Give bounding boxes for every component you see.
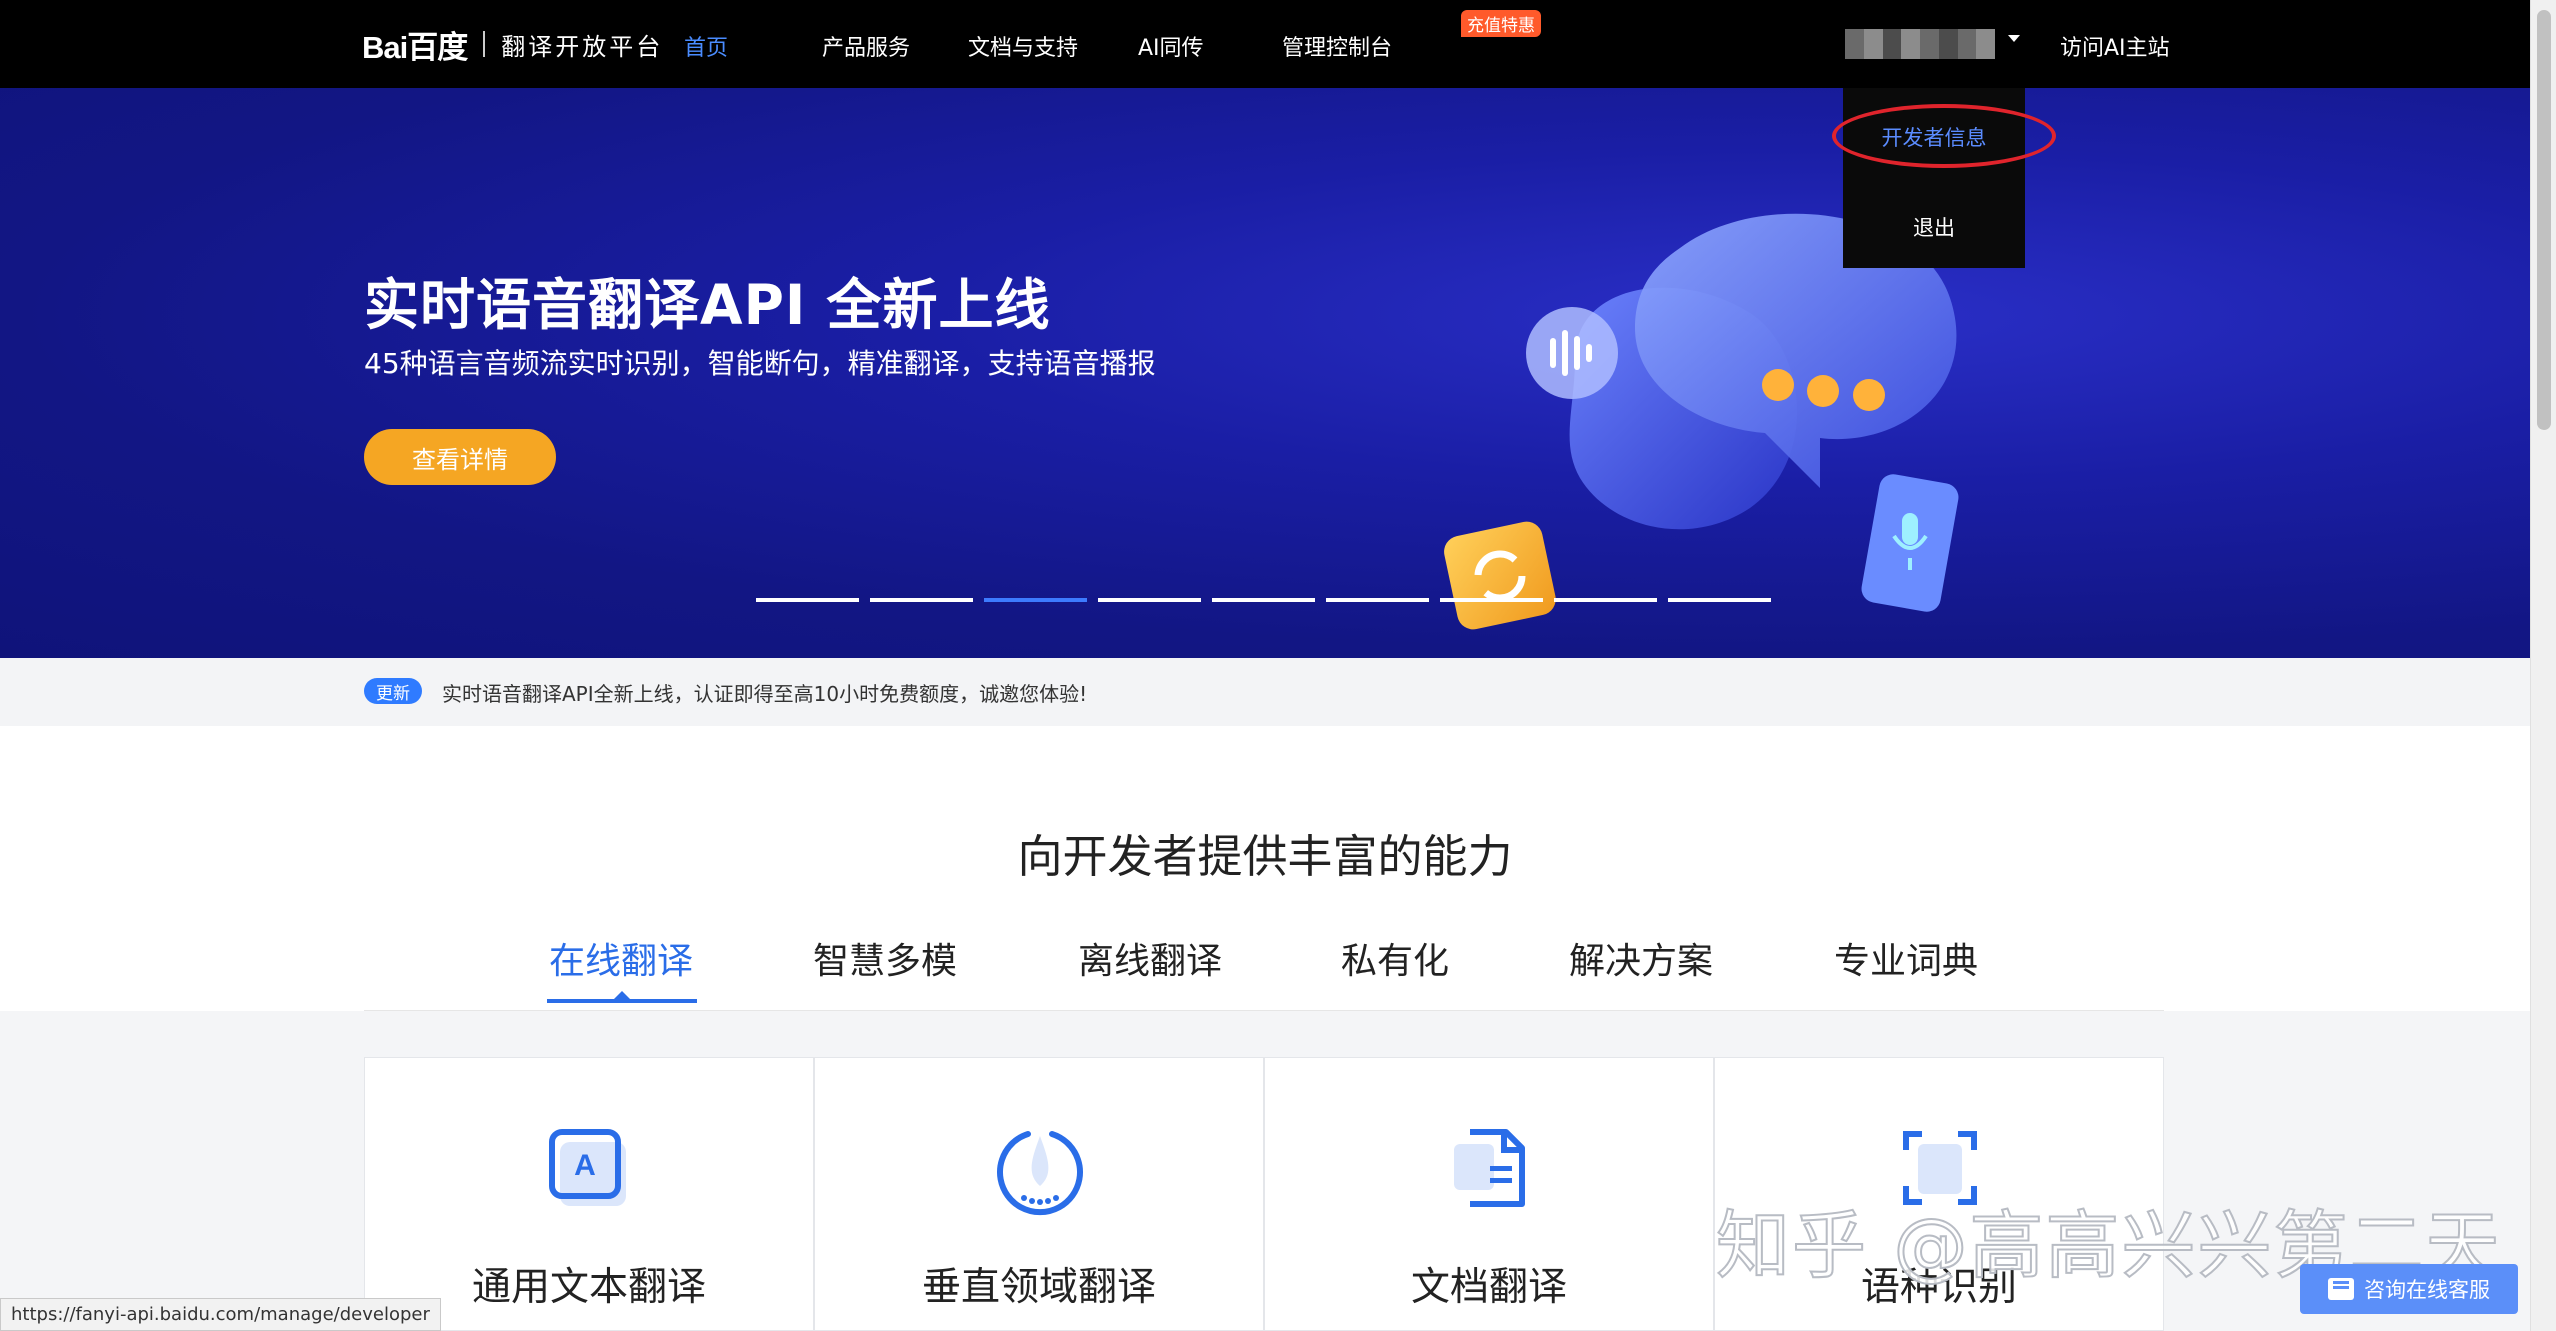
tab-professional-dictionary[interactable]: 专业词典 (1834, 932, 1978, 984)
notice-text[interactable]: 实时语音翻译API全新上线，认证即得至高10小时免费额度，诚邀您体验! (442, 678, 1087, 707)
carousel-dot[interactable] (1440, 598, 1543, 602)
online-support-button[interactable]: 咨询在线客服 (2300, 1264, 2518, 1314)
notice-bar: 更新 实时语音翻译API全新上线，认证即得至高10小时免费额度，诚邀您体验! (0, 658, 2530, 726)
active-tab-pointer (614, 991, 630, 999)
card-document-translation[interactable]: 文档翻译 (1264, 1057, 1714, 1331)
tab-smart-multimodal[interactable]: 智慧多模 (813, 932, 957, 984)
logo-text: Bai百度 (362, 29, 468, 65)
tab-online-translation[interactable]: 在线翻译 (549, 932, 693, 984)
active-tab-underline (547, 999, 697, 1003)
top-nav: Bai百度 翻译开放平台 首页 产品服务 文档与支持 AI同传 管理控制台 充值… (0, 0, 2530, 88)
nav-console[interactable]: 管理控制台 (1282, 30, 1392, 62)
tab-offline-translation[interactable]: 离线翻译 (1078, 932, 1222, 984)
document-translate-icon (1454, 1129, 1525, 1207)
nav-home[interactable]: 首页 (684, 30, 728, 62)
carousel-dot[interactable] (756, 598, 859, 602)
carousel-dot-active[interactable] (984, 598, 1087, 602)
hero-title: 实时语音翻译API 全新上线 (364, 273, 1051, 337)
carousel-dot[interactable] (1554, 598, 1657, 602)
tab-solutions[interactable]: 解决方案 (1569, 932, 1713, 984)
platform-name: 翻译开放平台 (501, 32, 664, 61)
carousel-dot[interactable] (1212, 598, 1315, 602)
card-label: 垂直领域翻译 (921, 1265, 1156, 1310)
hero-subtitle: 45种语言音频流实时识别，智能断句，精准翻译，支持语音播报 (364, 347, 1156, 380)
highlight-annotation (1832, 104, 2056, 168)
carousel-dot[interactable] (1668, 598, 1771, 602)
update-badge: 更新 (364, 678, 422, 704)
card-domain-translation[interactable]: 垂直领域翻译 (814, 1057, 1264, 1331)
nav-products[interactable]: 产品服务 (822, 30, 910, 62)
baidu-logo[interactable]: Bai百度 翻译开放平台 (362, 18, 663, 70)
username-blurred[interactable] (1845, 29, 1995, 59)
page-scrollbar[interactable] (2530, 0, 2556, 1331)
carousel-dot[interactable] (870, 598, 973, 602)
section-title: 向开发者提供丰富的能力 (1017, 830, 1513, 883)
text-translate-icon: A (549, 1129, 626, 1206)
logo-divider (483, 31, 486, 57)
tab-private-deployment[interactable]: 私有化 (1341, 932, 1449, 984)
scrollbar-thumb[interactable] (2537, 10, 2551, 430)
hero-banner: 实时语音翻译API 全新上线 45种语言音频流实时识别，智能断句，精准翻译，支持… (0, 88, 2530, 658)
logout-menu-item[interactable]: 退出 (1843, 212, 2025, 242)
chat-icon (2328, 1278, 2354, 1300)
capability-tabs: 在线翻译 智慧多模 离线翻译 私有化 解决方案 专业词典 (364, 932, 2164, 1008)
domain-translate-icon (997, 1131, 1083, 1216)
carousel-indicators (756, 598, 1771, 602)
online-support-label: 咨询在线客服 (2364, 1278, 2490, 1302)
visit-ai-link[interactable]: 访问AI主站 (2060, 30, 2170, 62)
chevron-down-icon[interactable] (2008, 35, 2020, 42)
card-label: 文档翻译 (1410, 1265, 1567, 1310)
promo-badge: 充值特惠 (1461, 10, 1541, 37)
carousel-dot[interactable] (1098, 598, 1201, 602)
carousel-dot[interactable] (1326, 598, 1429, 602)
svg-text:A: A (574, 1149, 596, 1182)
status-bar-url: https://fanyi-api.baidu.com/manage/devel… (0, 1298, 441, 1331)
view-details-button[interactable]: 查看详情 (364, 429, 556, 485)
card-general-text-translation[interactable]: A 通用文本翻译 (364, 1057, 814, 1331)
nav-docs[interactable]: 文档与支持 (968, 30, 1078, 62)
nav-ai-interpretation[interactable]: AI同传 (1138, 30, 1204, 62)
